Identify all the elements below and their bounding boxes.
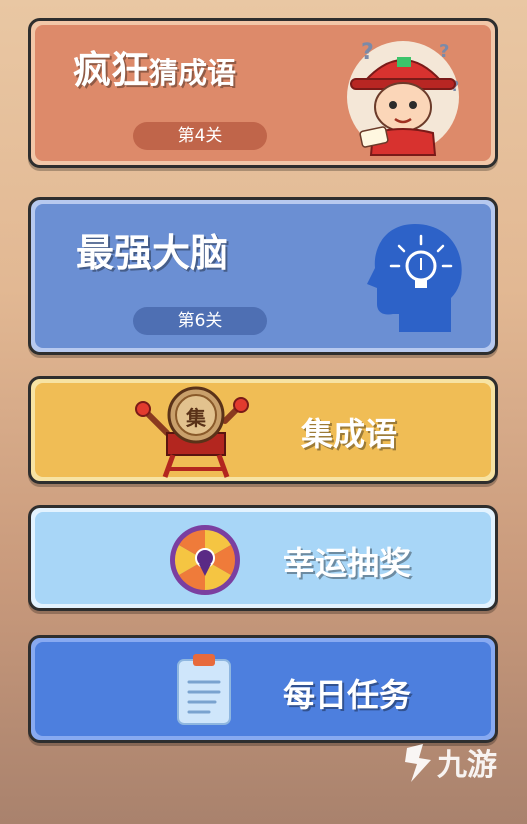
card-body: [35, 512, 491, 604]
strongest-brain-card[interactable]: 最强大脑 第6关: [28, 197, 498, 355]
lucky-wheel-icon: [170, 525, 240, 595]
card-title: 最强大脑: [76, 231, 229, 275]
title-main: 疯狂: [73, 48, 150, 92]
watermark-text: 九游: [437, 748, 497, 783]
card-title: 疯狂猜成语: [73, 39, 236, 94]
brain-head-icon: [367, 224, 462, 332]
watermark: 九游: [401, 740, 497, 784]
daily-tasks-card[interactable]: 每日任务: [28, 635, 498, 743]
card-title: 每日任务: [283, 676, 412, 714]
card-title: 集成语: [301, 415, 398, 453]
clipboard-icon: [177, 654, 231, 725]
drum-icon: [135, 386, 249, 478]
svg-text:?: ?: [361, 40, 374, 65]
level-badge: 第6关: [133, 307, 267, 335]
nine-game-logo-icon: [405, 744, 431, 782]
level-badge: 第4关: [133, 122, 267, 150]
card-body: [35, 383, 491, 477]
collect-idioms-card[interactable]: 集 集成语: [28, 376, 498, 484]
lucky-draw-card[interactable]: 幸运抽奖: [28, 505, 498, 611]
title-sub: 猜成语: [149, 56, 237, 90]
crazy-idiom-guess-card[interactable]: 疯狂猜成语 第4关 ? ? ?: [28, 18, 498, 168]
mascot-icon: ? ? ?: [347, 40, 459, 156]
drum-character: 集: [186, 406, 206, 430]
card-body: [35, 642, 491, 736]
svg-text:?: ?: [439, 41, 449, 62]
card-title: 幸运抽奖: [283, 544, 412, 582]
